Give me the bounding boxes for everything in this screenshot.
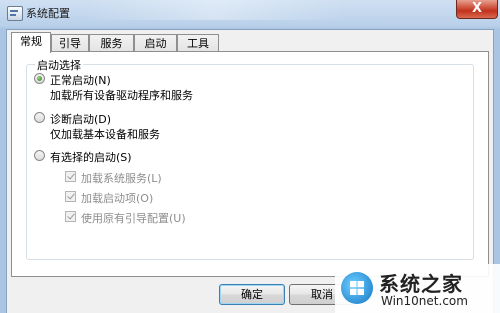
tab-boot[interactable]: 引导 [51, 34, 89, 52]
ok-button[interactable]: 确定 [219, 284, 285, 305]
system-config-window: 系统配置 X 常规 引导 服务 启动 工具 启动选择 正常启动(N) 加载所有设… [0, 0, 500, 313]
diagnostic-startup-description: 仅加载基本设备和服务 [50, 128, 160, 141]
selective-startup-label: 有选择的启动(S) [50, 151, 132, 164]
tab-label: 启动 [144, 37, 167, 50]
tab-tools[interactable]: 工具 [177, 34, 219, 52]
tab-services[interactable]: 服务 [89, 34, 134, 52]
diagnostic-startup-label: 诊断启动(D) [50, 113, 112, 126]
site-watermark: 系统之家 Win10net.com [335, 264, 500, 313]
msconfig-app-icon [7, 6, 23, 21]
tab-label: 常规 [20, 35, 42, 48]
title-bar-reflection [84, 0, 344, 20]
load-system-services-checkbox[interactable] [65, 171, 76, 182]
general-tab-panel: 启动选择 正常启动(N) 加载所有设备驱动程序和服务 诊断启动(D) 仅加载基本… [11, 51, 489, 277]
tab-general[interactable]: 常规 [11, 32, 51, 53]
tab-label: 工具 [187, 37, 209, 50]
windows-logo-icon [341, 272, 373, 304]
startup-selection-group: 启动选择 正常启动(N) 加载所有设备驱动程序和服务 诊断启动(D) 仅加载基本… [26, 57, 474, 260]
load-startup-items-label: 加载启动项(O) [81, 192, 154, 205]
use-original-boot-config-label: 使用原有引导配置(U) [81, 212, 186, 225]
normal-startup-radio[interactable] [34, 73, 45, 84]
diagnostic-startup-radio[interactable] [34, 112, 45, 123]
selective-startup-radio[interactable] [34, 150, 45, 161]
load-system-services-label: 加载系统服务(L) [81, 172, 162, 185]
watermark-site-name: 系统之家 [379, 272, 463, 296]
load-startup-items-checkbox[interactable] [65, 191, 76, 202]
use-original-boot-config-checkbox[interactable] [65, 211, 76, 222]
tab-label: 引导 [59, 37, 81, 50]
watermark-url: Win10net.com [381, 294, 468, 308]
window-title: 系统配置 [26, 7, 70, 20]
title-bar[interactable]: 系统配置 X [0, 0, 500, 26]
tab-startup[interactable]: 启动 [134, 34, 177, 52]
group-caption: 启动选择 [35, 57, 83, 73]
close-button[interactable]: X [456, 0, 498, 19]
close-icon: X [471, 1, 483, 16]
normal-startup-description: 加载所有设备驱动程序和服务 [50, 89, 193, 102]
normal-startup-label: 正常启动(N) [50, 74, 111, 87]
tab-label: 服务 [100, 37, 123, 50]
